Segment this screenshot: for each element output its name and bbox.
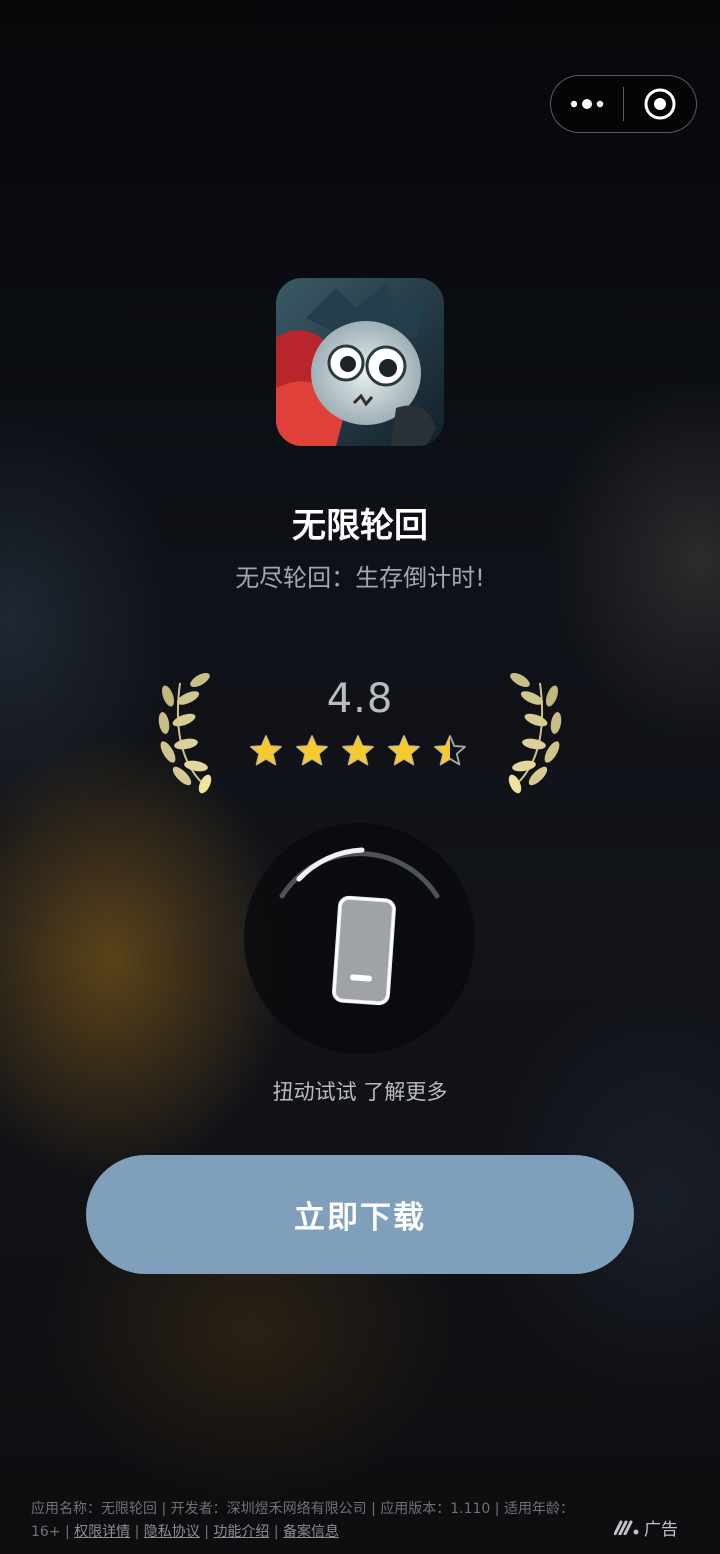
age-rating: 16+ bbox=[31, 1524, 61, 1540]
ad-logo-icon bbox=[614, 1520, 639, 1535]
separator: | bbox=[273, 1524, 279, 1540]
ad-badge[interactable]: 广告 bbox=[614, 1515, 678, 1540]
star-icon bbox=[434, 735, 466, 766]
more-dots-icon bbox=[570, 99, 604, 109]
permissions-link[interactable]: 权限详情 bbox=[74, 1524, 130, 1540]
close-miniprogram-button[interactable] bbox=[624, 76, 696, 132]
blurred-background bbox=[0, 0, 720, 1554]
developer-label: 开发者： bbox=[170, 1501, 227, 1517]
separator: | bbox=[65, 1524, 70, 1540]
separator: | bbox=[204, 1524, 209, 1540]
download-button[interactable]: 立即下载 bbox=[86, 1155, 634, 1274]
app-info-footer: 应用名称：无限轮回 | 开发者：深圳煜禾网络有限公司 | 应用版本：1.110 … bbox=[31, 1498, 576, 1544]
separator: | bbox=[134, 1524, 140, 1540]
filing-info-link[interactable]: 备案信息 bbox=[283, 1524, 339, 1540]
developer-name: 深圳煜禾网络有限公司 bbox=[226, 1501, 367, 1517]
star-icon bbox=[388, 735, 420, 766]
ad-label: 广告 bbox=[644, 1519, 678, 1540]
shake-hint-text: 扭动试试 了解更多 bbox=[272, 1080, 448, 1104]
app-slogan: 无尽轮回：生存倒计时! bbox=[235, 564, 485, 592]
rating-value: 4.8 bbox=[326, 676, 394, 722]
separator: | bbox=[494, 1501, 500, 1517]
shake-prompt[interactable] bbox=[244, 823, 475, 1054]
app-version: 1.110 bbox=[450, 1501, 491, 1517]
phone-icon bbox=[332, 895, 396, 1006]
separator: | bbox=[371, 1501, 376, 1517]
age-label: 适用年龄： bbox=[503, 1501, 574, 1517]
app-name: 无限轮回 bbox=[292, 506, 428, 546]
more-options-button[interactable] bbox=[551, 76, 623, 132]
star-icon bbox=[250, 735, 282, 766]
star-icon bbox=[296, 735, 328, 766]
close-target-icon bbox=[644, 88, 676, 120]
star-icon bbox=[342, 735, 374, 766]
privacy-link[interactable]: 隐私协议 bbox=[144, 1524, 200, 1540]
separator: | bbox=[161, 1501, 167, 1517]
features-link[interactable]: 功能介绍 bbox=[213, 1524, 269, 1540]
app-icon[interactable] bbox=[276, 278, 444, 446]
version-label: 应用版本： bbox=[380, 1501, 451, 1517]
rating-stars bbox=[249, 734, 471, 774]
app-name-label: 应用名称： bbox=[31, 1501, 101, 1517]
footer-app-name: 无限轮回 bbox=[101, 1501, 157, 1517]
capsule-menu bbox=[550, 75, 697, 133]
